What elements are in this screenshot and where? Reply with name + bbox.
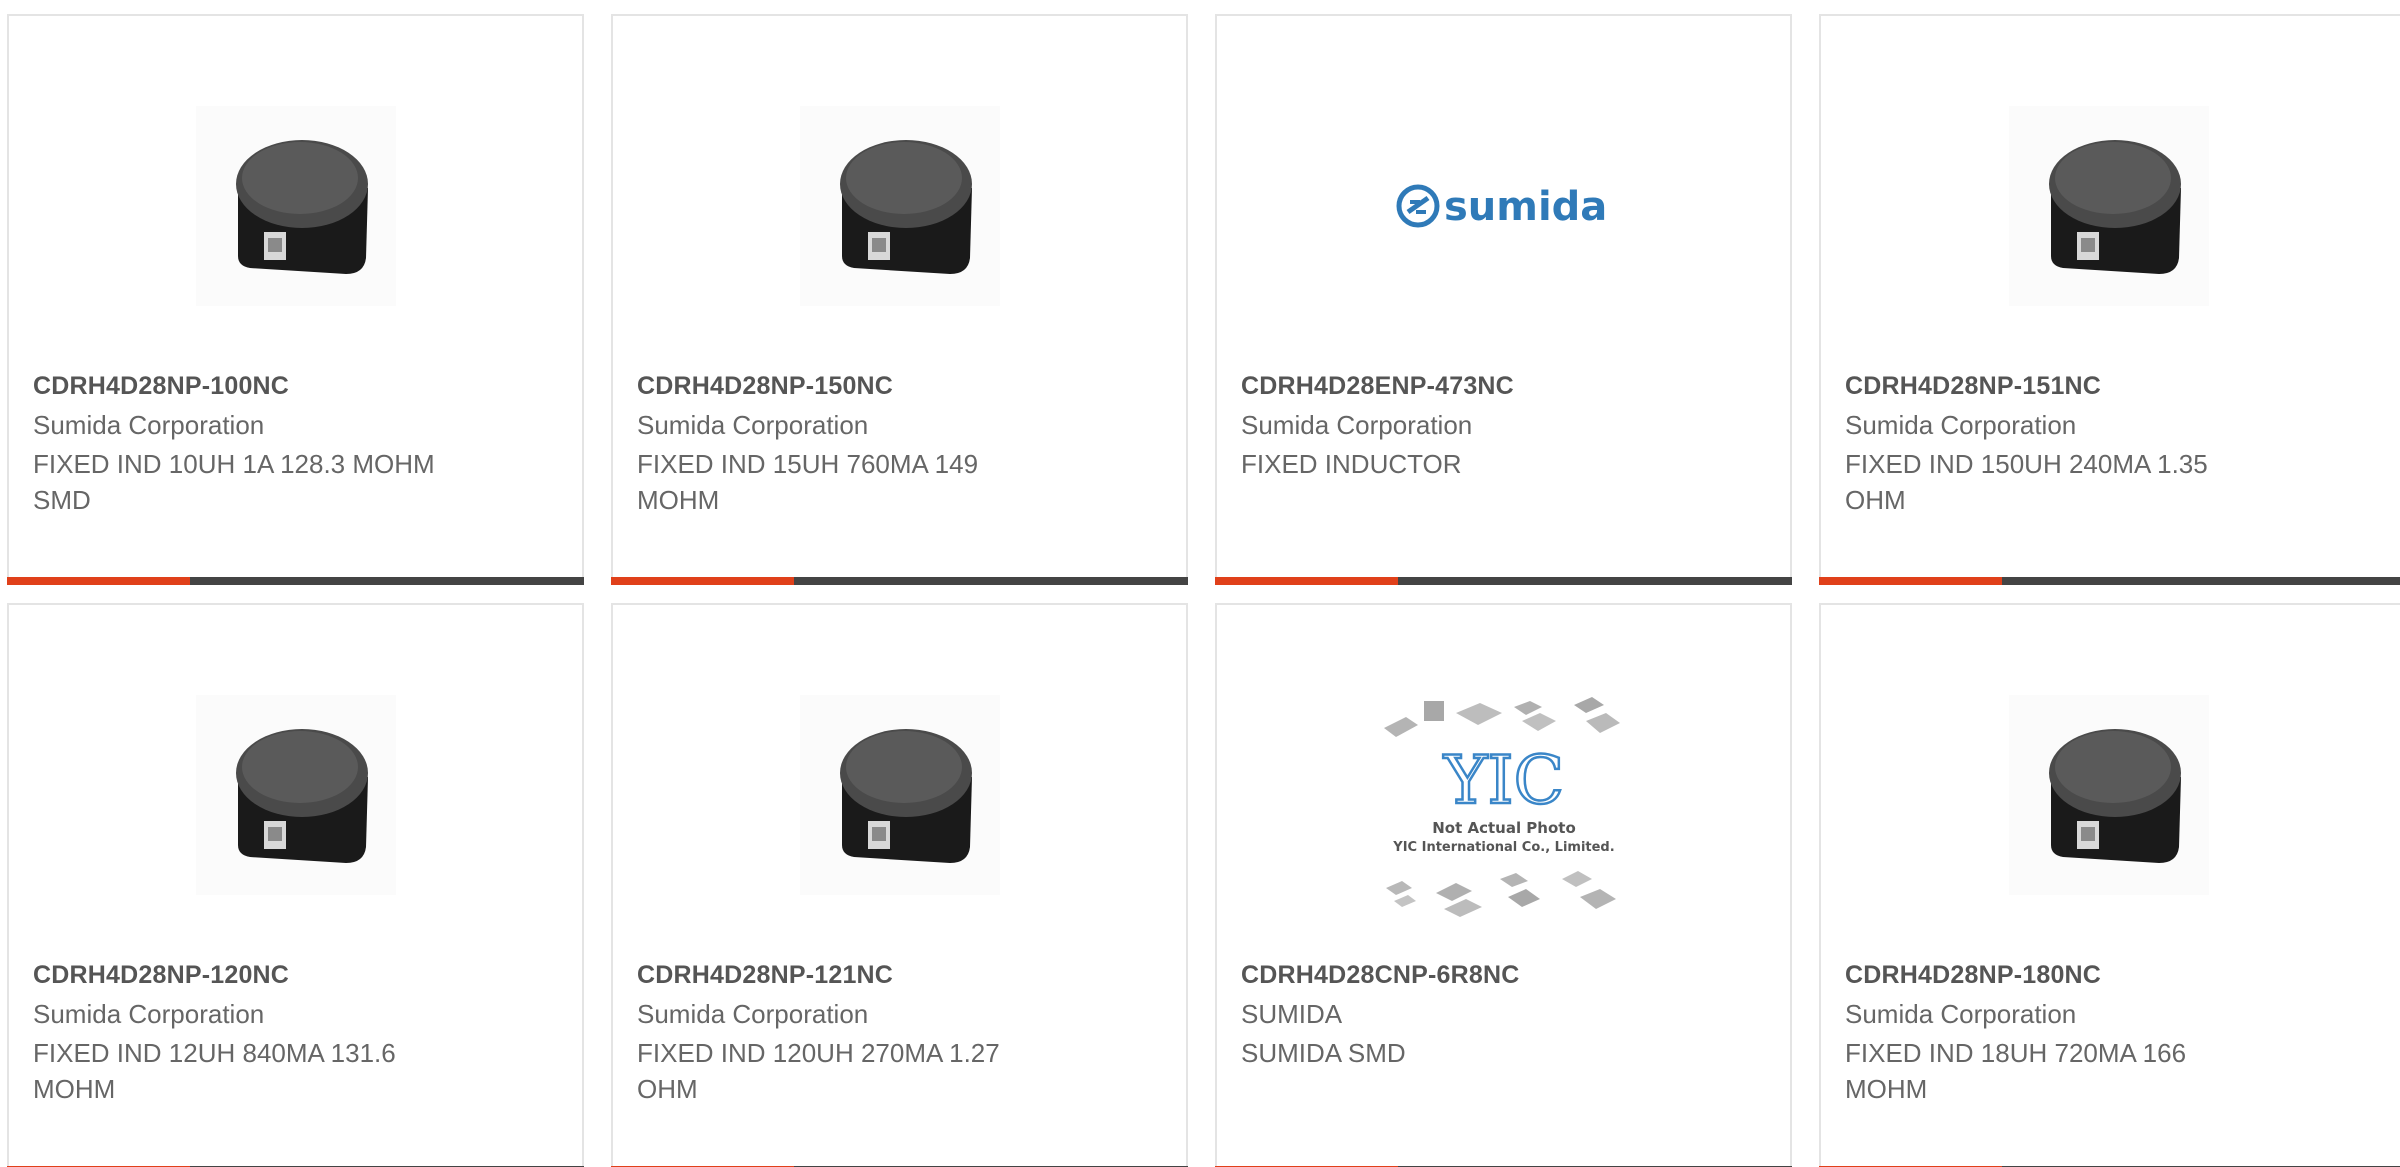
description: FIXED INDUCTOR	[1241, 449, 1462, 479]
card-accent-bar	[1215, 577, 1792, 585]
inductor-icon	[195, 695, 396, 895]
yic-placeholder-image: YIC Not Actual Photo YIC International C…	[1364, 683, 1644, 933]
product-card[interactable]: CDRH4D28NP-180NC Sumida Corporation FIXE…	[1819, 603, 2400, 1167]
manufacturer: Sumida Corporation	[1845, 410, 2077, 440]
description: FIXED IND 150UH 240MA 1.35 OHM	[1845, 449, 2208, 515]
inductor-icon	[2009, 106, 2209, 306]
part-number[interactable]: CDRH4D28CNP-6R8NC	[1241, 961, 1519, 990]
manufacturer: Sumida Corporation	[33, 999, 265, 1029]
manufacturer: Sumida Corporation	[637, 410, 869, 440]
description: FIXED IND 10UH 1A 128.3 MOHM SMD	[33, 449, 435, 515]
inductor-image	[166, 76, 426, 336]
part-number[interactable]: CDRH4D28NP-150NC	[637, 372, 893, 401]
card-accent-bar	[611, 577, 1188, 585]
inductor-image	[770, 76, 1030, 336]
part-number[interactable]: CDRH4D28NP-121NC	[637, 961, 893, 990]
manufacturer: Sumida Corporation	[1241, 410, 1473, 440]
product-card[interactable]: CDRH4D28NP-121NC Sumida Corporation FIXE…	[611, 603, 1188, 1167]
part-number[interactable]: CDRH4D28NP-120NC	[33, 961, 289, 990]
product-card[interactable]: YIC Not Actual Photo YIC International C…	[1215, 603, 1792, 1167]
card-accent-bar	[1819, 577, 2400, 585]
product-card[interactable]: CDRH4D28NP-151NC Sumida Corporation FIXE…	[1819, 14, 2400, 585]
manufacturer: SUMIDA	[1241, 999, 1343, 1029]
part-number[interactable]: CDRH4D28ENP-473NC	[1241, 372, 1514, 401]
sumida-logo-icon: sumida	[1396, 184, 1607, 230]
product-card[interactable]: CDRH4D28NP-150NC Sumida Corporation FIXE…	[611, 14, 1188, 585]
product-grid: CDRH4D28NP-100NC Sumida Corporation FIXE…	[0, 0, 2400, 1167]
inductor-image	[1979, 76, 2239, 336]
inductor-icon	[799, 106, 1000, 306]
svg-text:sumida: sumida	[1444, 184, 1607, 230]
manufacturer: Sumida Corporation	[1845, 999, 2077, 1029]
inductor-icon	[799, 695, 1000, 895]
description: FIXED IND 15UH 760MA 149 MOHM	[637, 449, 979, 515]
inductor-icon	[195, 106, 396, 306]
description: FIXED IND 12UH 840MA 131.6 MOHM	[33, 1038, 396, 1104]
manufacturer: Sumida Corporation	[33, 410, 265, 440]
inductor-image	[770, 665, 1030, 925]
card-accent-bar	[7, 577, 584, 585]
svg-text:YIC: YIC	[1442, 742, 1563, 819]
sumida-logo-image: sumida	[1374, 76, 1634, 336]
inductor-image	[166, 665, 426, 925]
product-card[interactable]: CDRH4D28NP-120NC Sumida Corporation FIXE…	[7, 603, 584, 1167]
yic-placeholder-icon: YIC Not Actual Photo YIC International C…	[1383, 697, 1620, 917]
description: FIXED IND 18UH 720MA 166 MOHM	[1845, 1038, 2187, 1104]
part-number[interactable]: CDRH4D28NP-100NC	[33, 372, 289, 401]
product-card[interactable]: CDRH4D28NP-100NC Sumida Corporation FIXE…	[7, 14, 584, 585]
description: SUMIDA SMD	[1241, 1038, 1406, 1068]
svg-text:YIC International Co., Limited: YIC International Co., Limited.	[1392, 840, 1614, 855]
inductor-image	[1979, 665, 2239, 925]
inductor-icon	[2009, 695, 2209, 895]
description: FIXED IND 120UH 270MA 1.27 OHM	[637, 1038, 1000, 1104]
part-number[interactable]: CDRH4D28NP-151NC	[1845, 372, 2101, 401]
svg-text:Not Actual Photo: Not Actual Photo	[1432, 819, 1576, 837]
part-number[interactable]: CDRH4D28NP-180NC	[1845, 961, 2101, 990]
product-card[interactable]: sumida CDRH4D28ENP-473NC Sumida Corporat…	[1215, 14, 1792, 585]
manufacturer: Sumida Corporation	[637, 999, 869, 1029]
